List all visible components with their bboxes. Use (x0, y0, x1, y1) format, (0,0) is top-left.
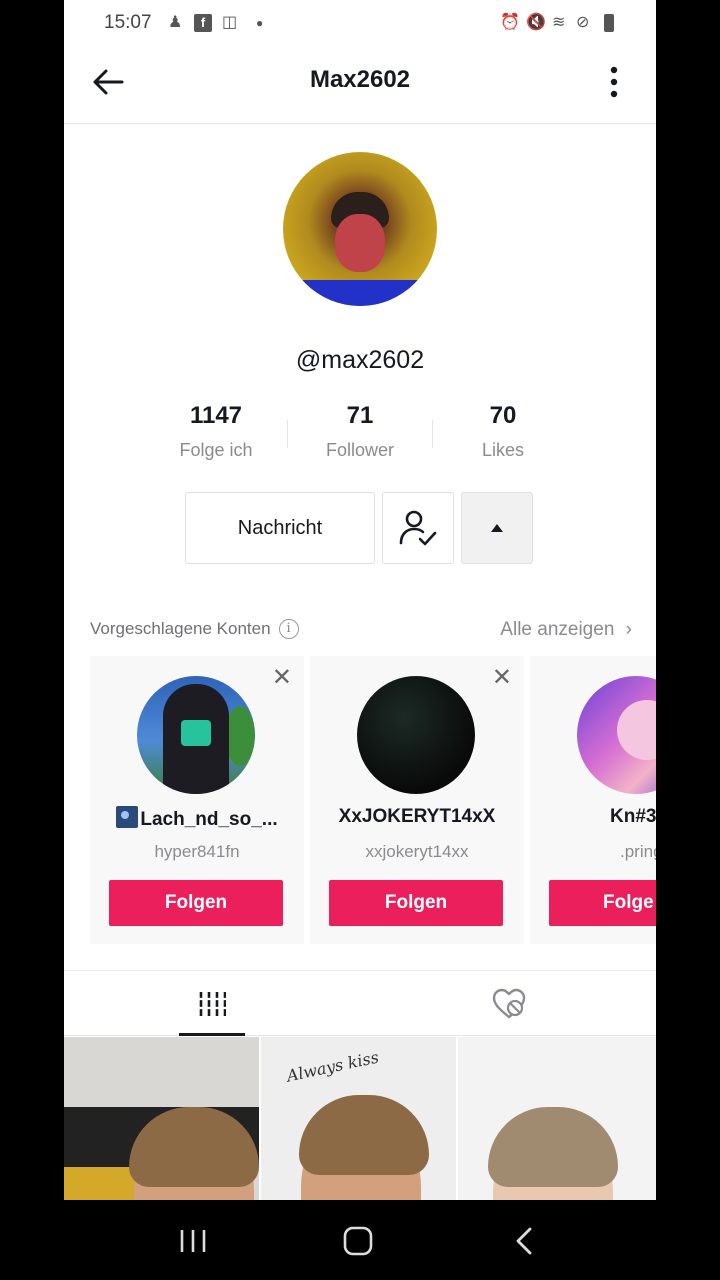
stat-followers[interactable]: 71 Follower (290, 402, 430, 461)
following-status-button[interactable] (382, 492, 454, 564)
suggested-handle: xxjokeryt14xx (365, 842, 469, 861)
status-time: 15:07 (104, 12, 152, 33)
suggested-handle: .pring (620, 842, 656, 861)
app-notification-icon: ♟ (168, 14, 183, 31)
profile-tabs (64, 970, 656, 1036)
stat-following[interactable]: 1147 Folge ich (146, 402, 286, 461)
see-all-label: Alle anzeigen (500, 619, 615, 640)
follow-button[interactable]: Folgen (109, 880, 283, 926)
suggested-account-card[interactable]: ✕ XxJOKERYT14xX xxjokeryt14xx Folgen (310, 656, 524, 944)
more-options-button[interactable] (598, 64, 630, 100)
app-screen: 15:07 ♟ f ◫ ● ⏰ 🔇 ≋ ⊘ Max2602 @max2602 1… (64, 0, 656, 1200)
page-title: Max2602 (309, 66, 411, 93)
profile-header: Max2602 (64, 46, 656, 124)
suggested-account-card[interactable]: Kn#39 .pring Folge (530, 656, 656, 944)
video-thumbnail[interactable] (458, 1037, 656, 1200)
home-icon (343, 1226, 373, 1256)
suggested-handle: hyper841fn (154, 842, 240, 861)
stat-likes-label: Likes (481, 440, 525, 460)
emoji-icon (116, 806, 139, 828)
suggested-avatar[interactable] (357, 676, 475, 794)
stat-likes[interactable]: 70 Likes (433, 402, 573, 461)
video-thumbnail[interactable] (64, 1037, 259, 1200)
tab-videos[interactable] (180, 971, 244, 1037)
suggested-toggle-button[interactable] (461, 492, 533, 564)
suggested-name: Kn#39 (610, 806, 656, 827)
profile-avatar[interactable] (283, 152, 437, 306)
heart-hidden-icon (492, 988, 526, 1019)
system-back-button[interactable] (494, 1218, 554, 1264)
twitch-icon: ◫ (222, 14, 238, 31)
system-navigation-bar (0, 1200, 720, 1280)
wifi-icon: ≋ (552, 14, 566, 31)
message-button[interactable]: Nachricht (185, 492, 375, 564)
suggested-name: Lach_nd_so_... (90, 806, 304, 831)
battery-icon (604, 14, 614, 32)
follow-button[interactable]: Folgen (329, 880, 503, 926)
suggested-account-card[interactable]: ✕ Lach_nd_so_... hyper841fn Folgen (90, 656, 304, 944)
chevron-left-icon (516, 1227, 532, 1255)
grid-icon (199, 992, 226, 1016)
stat-likes-value: 70 (489, 402, 517, 429)
stat-divider (287, 420, 288, 448)
caret-up-icon (491, 524, 503, 532)
see-all-link[interactable]: Alle anzeigen › (500, 619, 632, 641)
tab-liked-videos[interactable] (484, 971, 534, 1037)
close-icon[interactable]: ✕ (492, 666, 512, 690)
stat-following-value: 1147 (189, 402, 243, 429)
suggested-accounts-title: Vorgeschlagene Konten i (90, 619, 299, 639)
do-not-disturb-icon: ⊘ (576, 14, 590, 31)
suggested-avatar[interactable] (577, 676, 656, 794)
facebook-icon: f (194, 14, 212, 32)
alarm-icon: ⏰ (500, 14, 520, 31)
mute-icon: 🔇 (526, 14, 546, 31)
video-thumbnail[interactable]: Always kiss (261, 1037, 456, 1200)
chevron-right-icon: › (625, 619, 632, 640)
home-button[interactable] (328, 1218, 388, 1264)
more-notifications-dot-icon: ● (256, 16, 264, 30)
more-vertical-icon (610, 66, 618, 98)
stat-followers-value: 71 (346, 402, 374, 429)
suggested-accounts-label: Vorgeschlagene Konten (90, 619, 271, 638)
profile-handle: @max2602 (295, 346, 425, 374)
info-icon[interactable]: i (278, 619, 299, 639)
status-bar: 15:07 ♟ f ◫ ● ⏰ 🔇 ≋ ⊘ (64, 0, 656, 46)
stat-followers-label: Follower (325, 440, 395, 460)
follow-button[interactable]: Folge (549, 880, 656, 926)
suggested-avatar[interactable] (137, 676, 255, 794)
recent-apps-icon (180, 1230, 206, 1252)
recent-apps-button[interactable] (163, 1218, 223, 1264)
close-icon[interactable]: ✕ (272, 666, 292, 690)
user-check-icon (399, 510, 437, 546)
suggested-name-text: Lach_nd_so_... (140, 809, 278, 830)
stat-following-label: Folge ich (179, 440, 253, 460)
thumbnail-handwriting: Always kiss (285, 1047, 381, 1086)
suggested-name: XxJOKERYT14xX (338, 806, 496, 827)
active-tab-indicator (179, 1033, 245, 1036)
